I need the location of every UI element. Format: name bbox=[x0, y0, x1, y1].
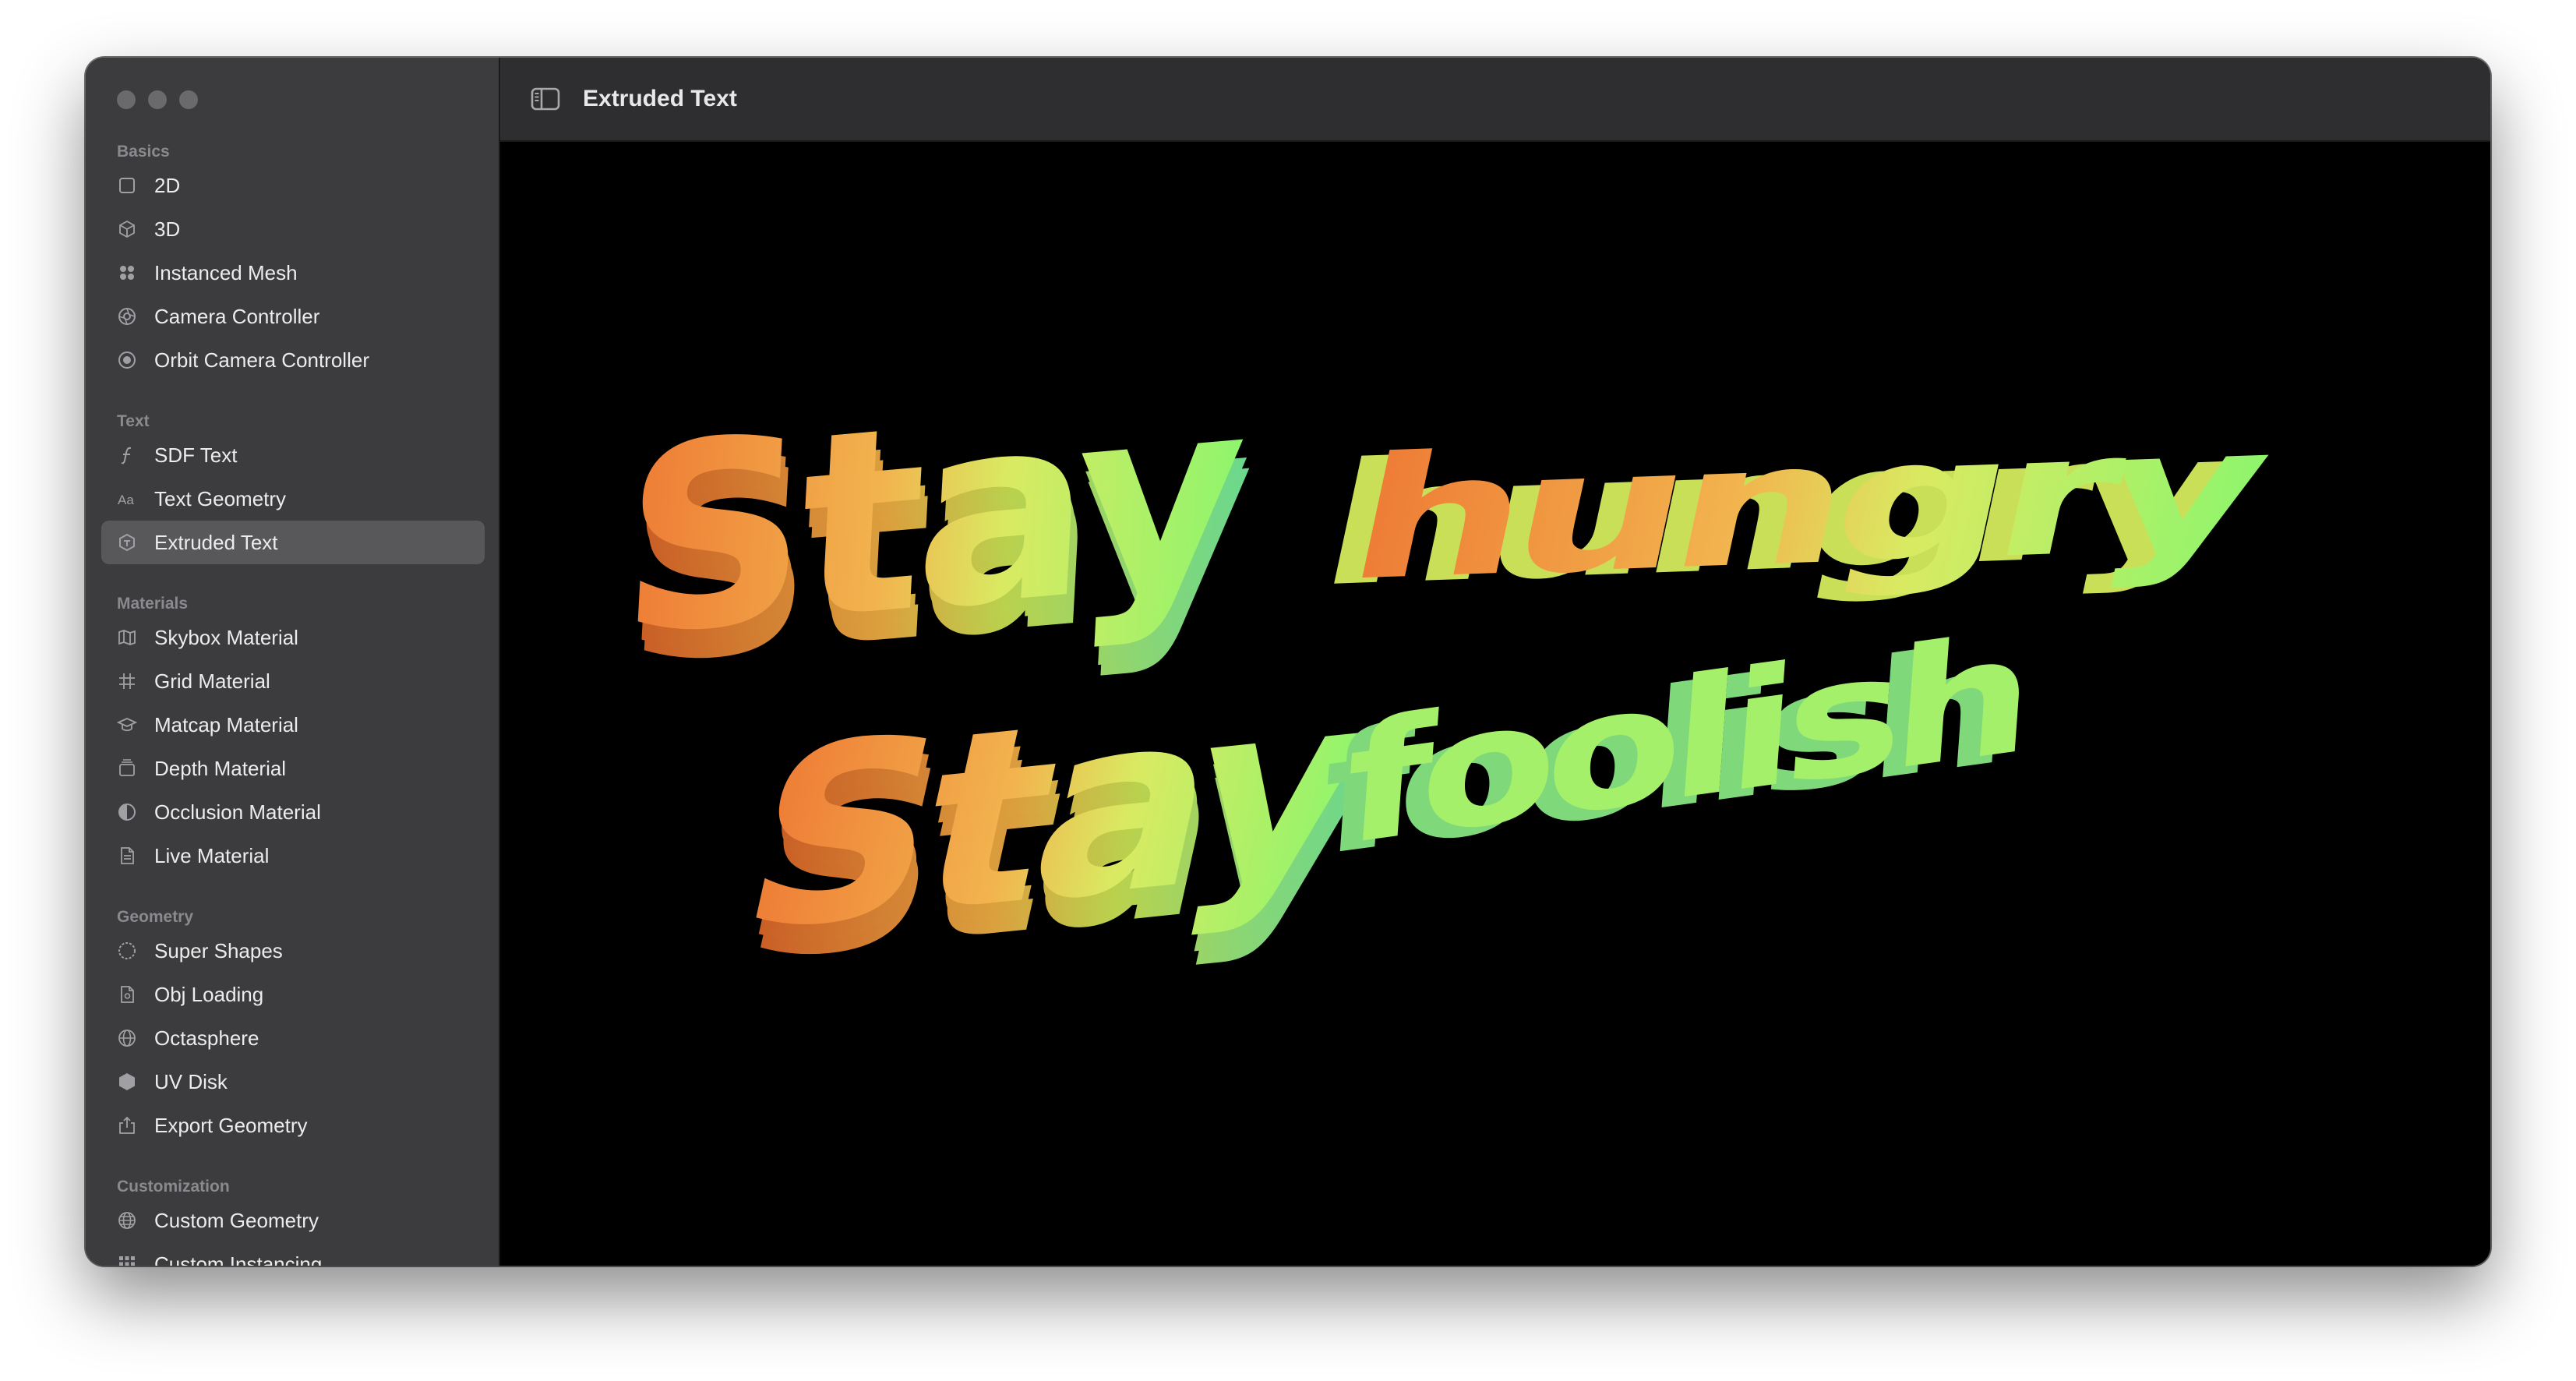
grid-dots-icon bbox=[115, 261, 139, 284]
sidebar-item-label: Text Geometry bbox=[154, 486, 287, 510]
sidebar-item-extruded-text[interactable]: Extruded Text bbox=[101, 521, 485, 564]
sidebar: Basics 2D 3D Instanced Mesh Camera Controlle… bbox=[86, 58, 500, 1266]
sidebar-item-matcap-material[interactable]: Matcap Material bbox=[101, 703, 485, 747]
sidebar-item-grid-material[interactable]: Grid Material bbox=[101, 659, 485, 703]
sidebar-item-octasphere[interactable]: Octasphere bbox=[101, 1016, 485, 1060]
page-title: Extruded Text bbox=[583, 86, 737, 111]
text-size-icon: Aa bbox=[115, 487, 139, 510]
sidebar-item-depth-material[interactable]: Depth Material bbox=[101, 747, 485, 790]
sidebar-item-3d[interactable]: 3D bbox=[101, 207, 485, 251]
sidebar-item-label: Instanced Mesh bbox=[154, 260, 298, 284]
sidebar-item-label: Depth Material bbox=[154, 756, 287, 780]
sidebar-item-super-shapes[interactable]: Super Shapes bbox=[101, 929, 485, 973]
dotted-circle-icon bbox=[115, 939, 139, 962]
globe-grid-icon bbox=[115, 1209, 139, 1232]
scene-word-stay-1: Stay bbox=[614, 342, 1250, 694]
extruded-cube-icon bbox=[115, 531, 139, 554]
svg-text:Aa: Aa bbox=[118, 493, 134, 507]
render-viewport[interactable]: Stay Stay Stay hungry hungry Stay Stay S… bbox=[500, 142, 2490, 1266]
orbit-icon bbox=[115, 348, 139, 372]
square-icon bbox=[115, 174, 139, 197]
document-icon bbox=[115, 844, 139, 867]
sidebar-item-export-geometry[interactable]: Export Geometry bbox=[101, 1104, 485, 1147]
sidebar-section-title: Text bbox=[117, 412, 150, 430]
window-controls bbox=[117, 90, 198, 109]
sidebar-item-label: Matcap Material bbox=[154, 712, 298, 736]
sidebar-navigation: Basics 2D 3D Instanced Mesh Camera Controlle… bbox=[101, 140, 485, 1266]
sidebar-item-label: Grid Material bbox=[154, 669, 270, 693]
zoom-window-button[interactable] bbox=[179, 90, 198, 109]
sidebar-item-label: Obj Loading bbox=[154, 982, 264, 1006]
close-window-button[interactable] bbox=[117, 90, 136, 109]
sidebar-item-sdf-text[interactable]: SDF Text bbox=[101, 433, 485, 477]
sidebar-item-label: Super Shapes bbox=[154, 938, 283, 962]
sidebar-section-title: Basics bbox=[117, 143, 170, 161]
sidebar-item-label: 3D bbox=[154, 217, 181, 241]
sidebar-item-label: Occlusion Material bbox=[154, 800, 321, 824]
sidebar-item-skybox-material[interactable]: Skybox Material bbox=[101, 616, 485, 659]
sidebar-item-label: Export Geometry bbox=[154, 1113, 308, 1137]
globe-icon bbox=[115, 1026, 139, 1050]
sidebar-item-label: Camera Controller bbox=[154, 304, 320, 328]
small-grid-icon bbox=[115, 1252, 139, 1266]
sidebar-item-text-geometry[interactable]: Aa Text Geometry bbox=[101, 477, 485, 521]
sidebar-item-orbit-camera-controller[interactable]: Orbit Camera Controller bbox=[101, 338, 485, 382]
map-icon bbox=[115, 626, 139, 649]
sidebar-item-label: Custom Geometry bbox=[154, 1208, 319, 1232]
scene-word-hungry: hungry bbox=[1333, 390, 2284, 618]
sidebar-item-label: Skybox Material bbox=[154, 625, 298, 649]
sidebar-item-uv-disk[interactable]: UV Disk bbox=[101, 1060, 485, 1104]
toolbar: Extruded Text bbox=[500, 58, 2490, 142]
sidebar-item-custom-geometry[interactable]: Custom Geometry bbox=[101, 1199, 485, 1242]
sidebar-item-camera-controller[interactable]: Camera Controller bbox=[101, 295, 485, 338]
sidebar-item-obj-loading[interactable]: Obj Loading bbox=[101, 973, 485, 1016]
graduation-cap-icon bbox=[115, 713, 139, 736]
sidebar-item-occlusion-material[interactable]: Occlusion Material bbox=[101, 790, 485, 834]
function-icon bbox=[115, 443, 139, 467]
sidebar-toggle-button[interactable] bbox=[530, 86, 561, 112]
sidebar-section-title: Materials bbox=[117, 595, 189, 613]
cube-icon bbox=[115, 217, 139, 241]
sidebar-item-label: SDF Text bbox=[154, 443, 238, 467]
extruded-text-scene: Stay Stay Stay hungry hungry Stay Stay S… bbox=[614, 342, 2284, 1018]
sidebar-section-title: Geometry bbox=[117, 908, 194, 926]
sidebar-item-label: UV Disk bbox=[154, 1069, 228, 1093]
sidebar-item-label: Live Material bbox=[154, 843, 270, 867]
app-window: Basics 2D 3D Instanced Mesh Camera Controlle… bbox=[86, 58, 2490, 1266]
sidebar-item-label: Custom Instancing bbox=[154, 1252, 323, 1266]
sidebar-item-label: 2D bbox=[154, 173, 181, 197]
sidebar-item-label: Extruded Text bbox=[154, 530, 278, 554]
sidebar-item-instanced-mesh[interactable]: Instanced Mesh bbox=[101, 251, 485, 295]
sidebar-section-title: Customization bbox=[117, 1178, 230, 1196]
minimize-window-button[interactable] bbox=[148, 90, 167, 109]
sidebar-item-live-material[interactable]: Live Material bbox=[101, 834, 485, 878]
sidebar-item-custom-instancing[interactable]: Custom Instancing bbox=[101, 1242, 485, 1266]
sidebar-item-2d[interactable]: 2D bbox=[101, 164, 485, 207]
camera-aperture-icon bbox=[115, 305, 139, 328]
share-icon bbox=[115, 1114, 139, 1137]
layers-icon bbox=[115, 757, 139, 780]
sidebar-item-label: Orbit Camera Controller bbox=[154, 348, 369, 372]
sidebar-toggle-icon bbox=[531, 87, 560, 111]
sidebar-item-label: Octasphere bbox=[154, 1026, 259, 1050]
number-grid-icon bbox=[115, 669, 139, 693]
half-circle-icon bbox=[115, 800, 139, 824]
hexagon-icon bbox=[115, 1070, 139, 1093]
file-icon bbox=[115, 983, 139, 1006]
